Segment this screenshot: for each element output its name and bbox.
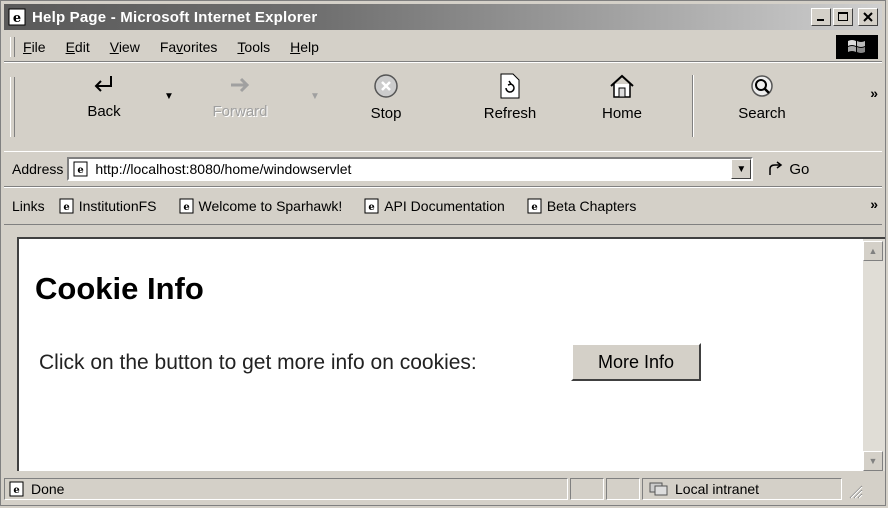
search-button[interactable]: Search	[722, 73, 802, 122]
svg-text:e: e	[531, 202, 537, 213]
page-icon: e	[9, 481, 24, 497]
links-label: Links	[12, 198, 45, 214]
address-input[interactable]: e http://localhost:8080/home/windowservl…	[67, 157, 754, 181]
stop-button[interactable]: Stop	[346, 73, 426, 122]
forward-dropdown[interactable]: ▼	[310, 91, 320, 102]
back-dropdown[interactable]: ▼	[164, 91, 174, 102]
link-institutionfs[interactable]: e InstitutionFS	[59, 198, 157, 214]
standard-toolbar: Back ▼ Forward ▼ Stop Refresh Home Searc…	[4, 62, 882, 152]
window-title: Help Page - Microsoft Internet Explorer	[32, 8, 318, 26]
ie-icon: e	[8, 8, 26, 26]
svg-text:e: e	[78, 165, 84, 176]
page-content: Cookie Info Click on the button to get m…	[17, 237, 863, 471]
go-button[interactable]: Go	[767, 160, 809, 178]
link-label: Welcome to Sparhawk!	[198, 198, 343, 214]
address-value: http://localhost:8080/home/windowservlet	[95, 161, 352, 177]
home-label: Home	[601, 105, 642, 122]
throbber	[836, 35, 878, 59]
address-label: Address	[12, 161, 64, 177]
link-welcome-sparhawk[interactable]: e Welcome to Sparhawk!	[179, 198, 343, 214]
link-api-documentation[interactable]: e API Documentation	[364, 198, 505, 214]
home-button[interactable]: Home	[582, 73, 662, 122]
go-label: Go	[789, 160, 810, 178]
links-chevron[interactable]: »	[870, 196, 878, 212]
page-heading: Cookie Info	[35, 271, 204, 306]
page-icon: e	[364, 198, 379, 214]
close-button[interactable]	[858, 8, 878, 26]
go-arrow-icon	[769, 161, 783, 175]
windows-logo-icon	[848, 40, 865, 53]
page-icon: e	[73, 161, 88, 177]
status-text-panel: e Done	[4, 478, 568, 500]
vertical-scrollbar[interactable]: ▲ ▼	[863, 237, 885, 471]
back-arrow-icon	[94, 76, 112, 92]
svg-text:e: e	[63, 202, 69, 213]
status-panel	[570, 478, 604, 500]
resize-grip-icon[interactable]	[844, 478, 864, 500]
title-bar: e Help Page - Microsoft Internet Explore…	[4, 4, 882, 30]
address-dropdown-button[interactable]: ▼	[731, 159, 752, 179]
stop-label: Stop	[370, 105, 402, 122]
page-icon: e	[179, 198, 194, 214]
stop-icon	[374, 74, 398, 98]
toolbar-grip	[10, 77, 15, 137]
scroll-down-button[interactable]: ▼	[863, 451, 883, 471]
links-bar: Links e InstitutionFS e Welcome to Sparh…	[4, 187, 882, 225]
svg-text:e: e	[13, 11, 21, 26]
search-label: Search	[738, 105, 786, 122]
svg-text:e: e	[13, 485, 19, 496]
menu-favorites[interactable]: Favorites	[160, 39, 218, 55]
link-label: InstitutionFS	[78, 198, 157, 214]
link-label: API Documentation	[384, 198, 505, 214]
minimize-button[interactable]	[811, 8, 831, 26]
menu-file[interactable]: File	[23, 39, 46, 55]
menu-grip	[10, 37, 15, 57]
svg-text:e: e	[369, 202, 375, 213]
status-panel	[606, 478, 640, 500]
page-text: Click on the button to get more info on …	[39, 351, 477, 374]
close-icon	[863, 12, 873, 22]
status-text: Done	[31, 481, 65, 497]
scroll-up-button[interactable]: ▲	[863, 241, 883, 261]
page-icon: e	[527, 198, 542, 214]
link-beta-chapters[interactable]: e Beta Chapters	[527, 198, 637, 214]
address-bar: Address e http://localhost:8080/home/win…	[4, 151, 882, 187]
minimize-icon	[817, 19, 824, 21]
link-label: Beta Chapters	[546, 198, 637, 214]
back-button[interactable]: Back	[64, 73, 144, 120]
zone-text: Local intranet	[675, 481, 760, 497]
page-icon: e	[59, 198, 74, 214]
menu-help[interactable]: Help	[290, 39, 319, 55]
browser-window: e Help Page - Microsoft Internet Explore…	[0, 0, 886, 506]
intranet-icon	[649, 482, 668, 496]
menu-tools[interactable]: Tools	[237, 39, 270, 55]
maximize-icon	[838, 12, 848, 21]
home-icon	[610, 74, 634, 98]
menu-edit[interactable]: Edit	[66, 39, 90, 55]
zone-panel: Local intranet	[642, 478, 842, 500]
status-bar: e Done Local intranet	[4, 475, 882, 503]
forward-label: Forward	[212, 103, 268, 120]
menu-view[interactable]: View	[110, 39, 140, 55]
more-info-button[interactable]: More Info	[571, 343, 701, 381]
forward-button[interactable]: Forward	[200, 73, 280, 120]
menu-bar: File Edit View Favorites Tools Help	[4, 33, 882, 62]
refresh-icon	[500, 73, 520, 99]
refresh-label: Refresh	[483, 105, 537, 122]
back-label: Back	[87, 103, 121, 120]
forward-arrow-icon	[231, 77, 250, 93]
maximize-button[interactable]	[833, 8, 853, 26]
svg-text:e: e	[183, 202, 189, 213]
toolbar-chevron[interactable]: »	[870, 85, 878, 101]
search-icon	[751, 75, 773, 97]
refresh-button[interactable]: Refresh	[470, 73, 550, 122]
toolbar-separator	[692, 75, 694, 137]
